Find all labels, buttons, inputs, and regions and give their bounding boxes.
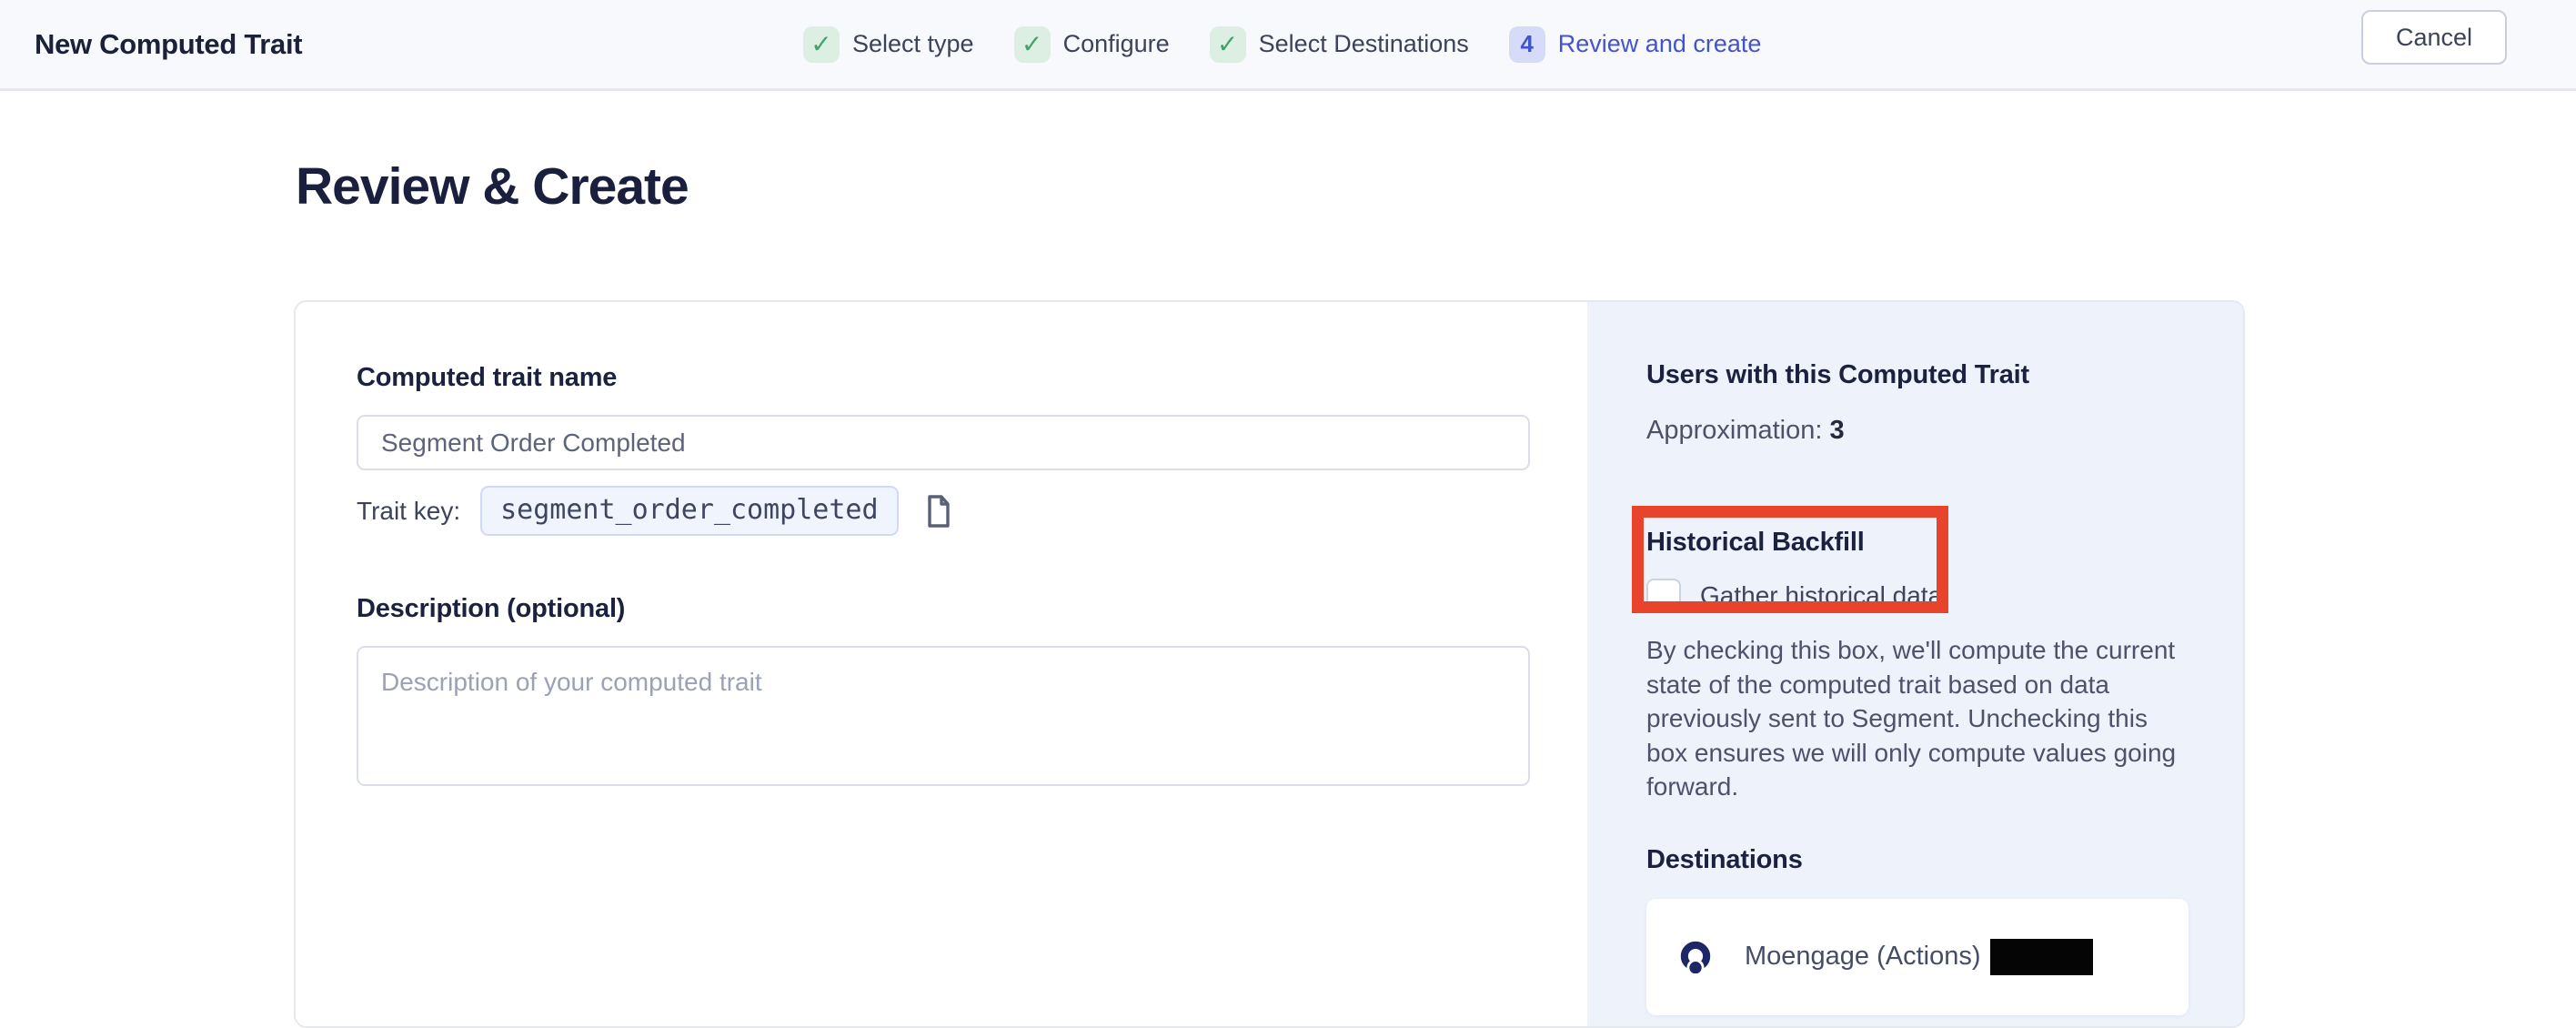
destination-card[interactable]: Moengage (Actions) xyxy=(1646,899,2189,1015)
step-review-and-create[interactable]: 4 Review and create xyxy=(1509,26,1762,63)
gather-historical-data-row: Gather historical data xyxy=(1646,579,2189,613)
destinations-heading: Destinations xyxy=(1646,845,2189,875)
trait-key-label: Trait key: xyxy=(357,497,460,526)
trait-key-row: Trait key: segment_order_completed xyxy=(357,486,1530,536)
step-select-destinations[interactable]: ✓ Select Destinations xyxy=(1210,26,1469,63)
trait-key-value: segment_order_completed xyxy=(480,486,898,536)
summary-panel: Users with this Computed Trait Approxima… xyxy=(1587,302,2245,1026)
step-label: Review and create xyxy=(1558,30,1762,58)
review-card: Computed trait name Trait key: segment_o… xyxy=(294,300,2245,1028)
destination-name: Moengage (Actions) xyxy=(1745,942,1981,972)
window-title: New Computed Trait xyxy=(35,0,302,88)
cancel-button[interactable]: Cancel xyxy=(2361,10,2507,65)
check-icon: ✓ xyxy=(803,26,840,63)
top-bar: New Computed Trait ✓ Select type ✓ Confi… xyxy=(0,0,2576,91)
wizard-steps: ✓ Select type ✓ Configure ✓ Select Desti… xyxy=(803,0,1761,88)
redaction-box xyxy=(1990,939,2093,975)
trait-form-section: Computed trait name Trait key: segment_o… xyxy=(296,302,1587,1026)
gather-historical-data-checkbox[interactable] xyxy=(1646,579,1681,613)
moengage-logo-icon xyxy=(1679,941,1712,973)
backfill-description: By checking this box, we'll compute the … xyxy=(1646,633,2189,804)
users-heading: Users with this Computed Trait xyxy=(1646,360,2189,390)
gather-historical-data-label: Gather historical data xyxy=(1700,581,1942,610)
step-label: Select Destinations xyxy=(1259,30,1469,58)
approximation-row: Approximation: 3 xyxy=(1646,416,2189,446)
page-title: Review & Create xyxy=(296,156,689,217)
check-icon: ✓ xyxy=(1210,26,1246,63)
step-configure[interactable]: ✓ Configure xyxy=(1014,26,1170,63)
copy-icon[interactable] xyxy=(926,495,951,528)
description-textarea[interactable] xyxy=(357,646,1530,786)
historical-backfill-heading: Historical Backfill xyxy=(1646,528,2189,558)
computed-trait-name-label: Computed trait name xyxy=(357,363,1530,393)
approximation-label: Approximation: xyxy=(1646,416,1822,445)
step-label: Select type xyxy=(852,30,974,58)
check-icon: ✓ xyxy=(1014,26,1051,63)
description-label: Description (optional) xyxy=(357,594,1530,624)
approximation-value: 3 xyxy=(1830,416,1845,445)
step-number-badge: 4 xyxy=(1509,26,1545,63)
step-select-type[interactable]: ✓ Select type xyxy=(803,26,974,63)
step-label: Configure xyxy=(1063,30,1170,58)
computed-trait-name-input[interactable] xyxy=(357,415,1530,470)
